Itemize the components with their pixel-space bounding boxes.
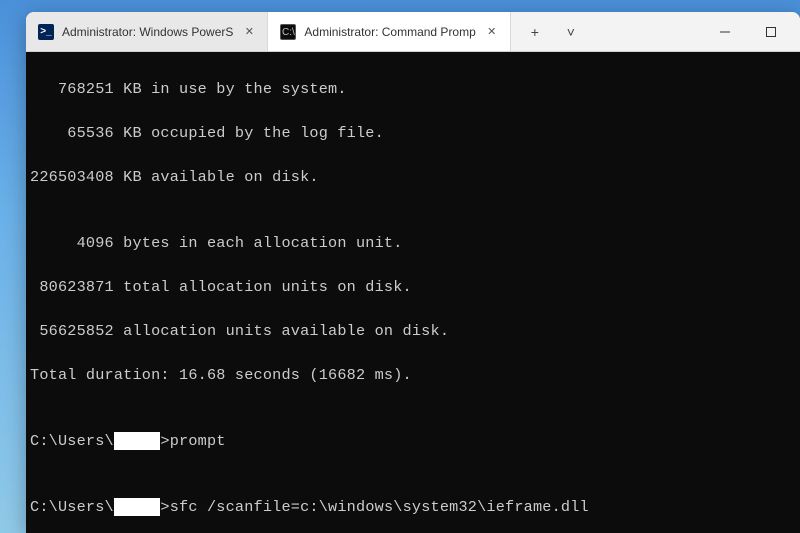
output-line: 65536 KB occupied by the log file. <box>30 122 796 144</box>
cmd-icon: C:\ <box>280 24 296 40</box>
powershell-icon: >_ <box>38 24 54 40</box>
output-line: 768251 KB in use by the system. <box>30 78 796 100</box>
window-controls <box>702 12 800 51</box>
tab-actions: + ˅ <box>511 12 595 51</box>
output-line: 226503408 KB available on disk. <box>30 166 796 188</box>
terminal-content[interactable]: 768251 KB in use by the system. 65536 KB… <box>26 52 800 533</box>
redacted-username <box>114 432 161 450</box>
output-line: Total duration: 16.68 seconds (16682 ms)… <box>30 364 796 386</box>
close-icon[interactable]: ✕ <box>484 24 500 40</box>
output-line: 4096 bytes in each allocation unit. <box>30 232 796 254</box>
output-line: 56625852 allocation units available on d… <box>30 320 796 342</box>
new-tab-button[interactable]: + <box>519 18 551 46</box>
terminal-window: >_ Administrator: Windows PowerS ✕ C:\ A… <box>26 12 800 533</box>
prompt-line: C:\Users\ >prompt <box>30 430 796 452</box>
tab-bar: >_ Administrator: Windows PowerS ✕ C:\ A… <box>26 12 800 52</box>
tab-dropdown-button[interactable]: ˅ <box>555 18 587 46</box>
tab-powershell[interactable]: >_ Administrator: Windows PowerS ✕ <box>26 12 268 51</box>
redacted-username <box>114 498 161 516</box>
maximize-button[interactable] <box>748 16 794 48</box>
tab-title: Administrator: Windows PowerS <box>62 25 233 39</box>
minimize-button[interactable] <box>702 16 748 48</box>
tab-title: Administrator: Command Promp <box>304 25 475 39</box>
output-line: 80623871 total allocation units on disk. <box>30 276 796 298</box>
prompt-line: C:\Users\ >sfc /scanfile=c:\windows\syst… <box>30 496 796 518</box>
tab-command-prompt[interactable]: C:\ Administrator: Command Promp ✕ <box>268 12 510 51</box>
close-icon[interactable]: ✕ <box>241 24 257 40</box>
